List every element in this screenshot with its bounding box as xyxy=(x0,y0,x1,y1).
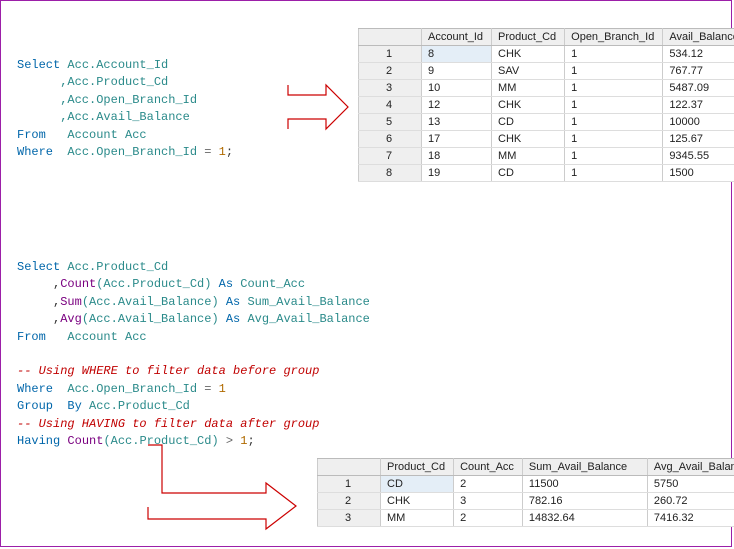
col-header: Sum_Avail_Balance xyxy=(522,459,647,476)
kw-having: Having xyxy=(17,434,60,448)
result-table-2: Product_Cd Count_Acc Sum_Avail_Balance A… xyxy=(317,458,734,527)
kw-where: Where xyxy=(17,382,53,396)
header-row: Account_Id Product_Cd Open_Branch_Id Ava… xyxy=(359,29,734,46)
table-row: 718MM19345.55 xyxy=(359,148,734,165)
table-row: 29SAV1767.77 xyxy=(359,63,734,80)
result-table-1: Account_Id Product_Cd Open_Branch_Id Ava… xyxy=(358,28,734,182)
table-row: 513CD110000 xyxy=(359,114,734,131)
arrow-right-icon xyxy=(286,83,352,131)
comment-where: -- Using WHERE to filter data before gro… xyxy=(17,364,319,378)
kw-select: Select xyxy=(17,260,60,274)
kw-where: Where xyxy=(17,145,53,159)
col-header: Account_Id xyxy=(422,29,492,46)
sql-query-1: Select Acc.Account_Id ,Acc.Product_Cd ,A… xyxy=(17,57,233,161)
row-number-header xyxy=(359,29,422,46)
col-header: Product_Cd xyxy=(381,459,454,476)
table-row: 2CHK3782.16260.72 xyxy=(318,493,734,510)
document-canvas: Select Acc.Account_Id ,Acc.Product_Cd ,A… xyxy=(0,0,732,547)
col-header: Avail_Balance xyxy=(663,29,734,46)
table-row: 18CHK1534.12 xyxy=(359,46,734,63)
table-row: 617CHK1125.67 xyxy=(359,131,734,148)
kw-from: From xyxy=(17,330,46,344)
kw-group: Group xyxy=(17,399,53,413)
col-header: Avg_Avail_Balance xyxy=(647,459,734,476)
comment-having: -- Using HAVING to filter data after gro… xyxy=(17,417,319,431)
table-row: 310MM15487.09 xyxy=(359,80,734,97)
arrow-down-right-icon xyxy=(146,443,306,533)
row-number-header xyxy=(318,459,381,476)
header-row: Product_Cd Count_Acc Sum_Avail_Balance A… xyxy=(318,459,734,476)
col-header: Open_Branch_Id xyxy=(565,29,663,46)
table-row: 819CD11500 xyxy=(359,165,734,182)
table-row: 3MM214832.647416.32 xyxy=(318,510,734,527)
sql-query-2: Select Acc.Product_Cd ,Count(Acc.Product… xyxy=(17,259,370,450)
col-header: Product_Cd xyxy=(492,29,565,46)
table-row: 412CHK1122.37 xyxy=(359,97,734,114)
col-header: Count_Acc xyxy=(454,459,523,476)
kw-select: Select xyxy=(17,58,60,72)
kw-from: From xyxy=(17,128,46,142)
table-row: 1CD2115005750 xyxy=(318,476,734,493)
